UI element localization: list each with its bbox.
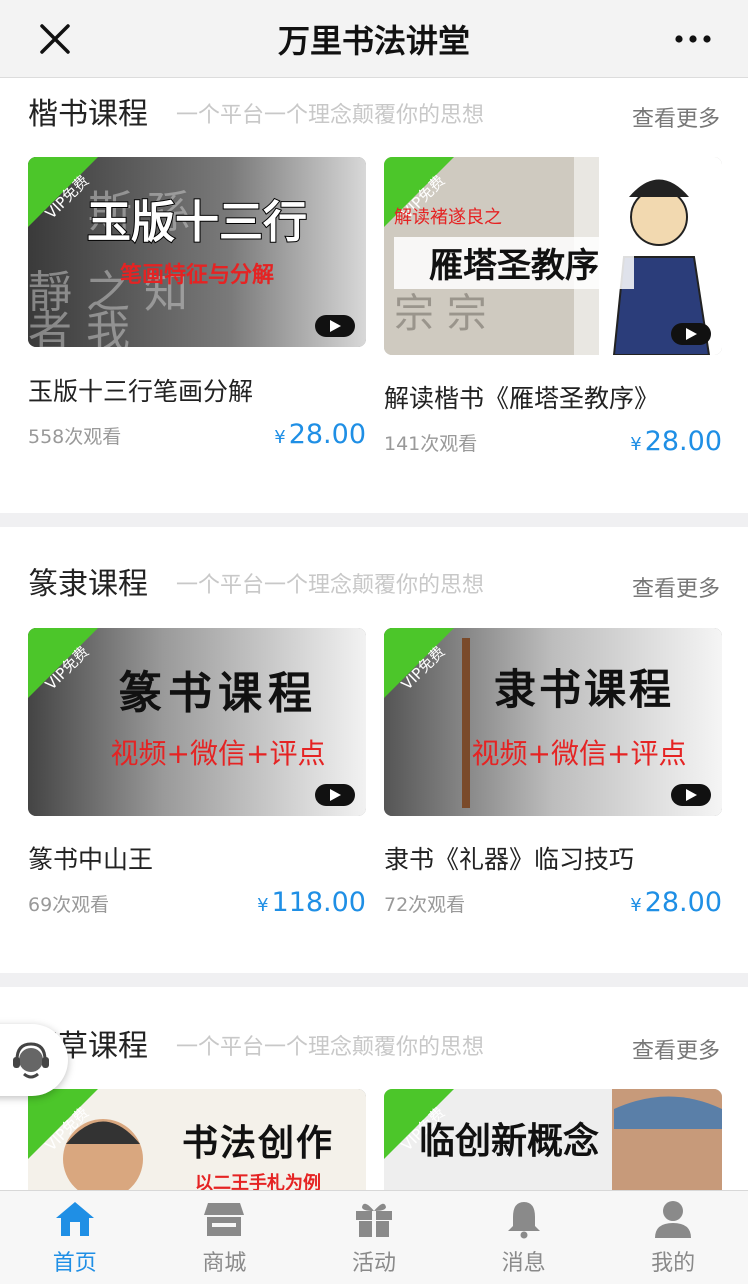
course-card[interactable]: 斯 孫 靜 之 知 者 我 VIP免费 玉版十三行 笔画特征与分解 玉版十三行笔… (28, 157, 366, 457)
section-slogan: 一个平台一个理念颠覆你的思想 (176, 103, 485, 128)
main-content[interactable]: 楷书课程 一个平台一个理念颠覆你的思想 查看更多 斯 孫 靜 之 知 者 我 V… (0, 79, 748, 1190)
banner-subtitle: 以二王手札为例 (195, 1172, 321, 1190)
section-zhuanli: 篆隶课程 一个平台一个理念颠覆你的思想 查看更多 VIP免费 篆书课程 视频+微… (0, 527, 748, 973)
bell-icon (507, 1202, 540, 1239)
course-thumbnail[interactable]: VIP免费 书法创作 以二王手札为例 (28, 1089, 366, 1190)
banner-title: 临创新概念 (419, 1120, 599, 1162)
svg-text:者 我: 者 我 (28, 307, 130, 347)
home-icon (55, 1202, 94, 1236)
course-thumbnail[interactable]: VIP免费 篆书课程 视频+微信+评点 (28, 628, 366, 816)
headset-icon (13, 1042, 49, 1079)
view-count: 141次观看 (384, 433, 478, 455)
shop-icon (204, 1203, 245, 1236)
section-xingcao: 行草课程 一个平台一个理念颠覆你的思想 查看更多 VIP免费 书法创作 以二王手… (0, 987, 748, 1190)
tab-label: 我的 (651, 1251, 696, 1276)
banner-title: 隶书课程 (494, 665, 674, 714)
tab-shop[interactable]: 商城 (150, 1191, 300, 1284)
course-price: ¥28.00 (274, 419, 366, 450)
course-price: ¥28.00 (630, 426, 722, 457)
banner-subtitle: 笔画特征与分解 (120, 262, 274, 288)
user-icon (655, 1201, 692, 1238)
tab-label: 消息 (501, 1251, 546, 1276)
banner-title: 书法创作 (182, 1123, 334, 1164)
section-title: 篆隶课程 (28, 567, 148, 602)
banner-subtitle: 视频+微信+评点 (472, 737, 687, 770)
tab-profile[interactable]: 我的 (598, 1191, 748, 1284)
tab-home[interactable]: 首页 (0, 1191, 150, 1284)
banner-title: 玉版十三行 (87, 197, 307, 248)
view-count: 558次观看 (28, 426, 122, 448)
tab-label: 活动 (351, 1251, 396, 1276)
tab-messages[interactable]: 消息 (449, 1191, 599, 1284)
banner-title: 雁塔圣教序 (429, 246, 599, 286)
view-more-link[interactable]: 查看更多 (632, 1033, 720, 1065)
tab-label: 首页 (52, 1251, 97, 1276)
section-divider (0, 513, 748, 527)
section-slogan: 一个平台一个理念颠覆你的思想 (176, 1035, 485, 1060)
course-title: 篆书中山王 (28, 845, 154, 874)
course-thumbnail[interactable]: VIP免费 隶书课程 视频+微信+评点 (384, 628, 722, 816)
section-divider (0, 973, 748, 987)
svg-text:宗 宗: 宗 宗 (394, 291, 487, 337)
course-card[interactable]: VIP免费 篆书课程 视频+微信+评点 篆书中山王 69次观看 ¥118.00 (28, 628, 366, 928)
section-slogan: 一个平台一个理念颠覆你的思想 (176, 573, 485, 598)
course-thumbnail[interactable]: 斯 孫 靜 之 知 者 我 VIP免费 玉版十三行 笔画特征与分解 (28, 157, 366, 347)
course-card[interactable]: 宗 宗 VIP免费 解读褚遂良之 雁塔圣教序 解读楷书《雁塔圣教序》 141次观… (384, 157, 722, 457)
more-options-icon[interactable] (668, 14, 718, 64)
course-price: ¥28.00 (630, 887, 722, 918)
course-thumbnail[interactable]: 宗 宗 VIP免费 解读褚遂良之 雁塔圣教序 (384, 157, 722, 355)
course-price: ¥118.00 (257, 887, 366, 918)
view-count: 72次观看 (384, 894, 466, 916)
banner-title: 篆书课程 (118, 668, 318, 719)
tab-activity[interactable]: 活动 (299, 1191, 449, 1284)
tab-label: 商城 (202, 1251, 247, 1276)
gift-icon (355, 1203, 392, 1237)
course-thumbnail[interactable]: VIP免费 临创新概念 (384, 1089, 722, 1190)
page-title: 万里书法讲堂 (277, 22, 470, 60)
course-title: 玉版十三行笔画分解 (28, 377, 254, 406)
section-title: 楷书课程 (28, 97, 148, 132)
course-title: 解读楷书《雁塔圣教序》 (384, 384, 660, 413)
top-bar: 万里书法讲堂 (0, 0, 748, 78)
view-more-link[interactable]: 查看更多 (632, 101, 720, 133)
course-card[interactable]: VIP免费 临创新概念 (384, 1089, 722, 1190)
section-kaishu: 楷书课程 一个平台一个理念颠覆你的思想 查看更多 斯 孫 靜 之 知 者 我 V… (0, 79, 748, 513)
banner-top-text: 解读褚遂良之 (394, 207, 502, 228)
view-more-link[interactable]: 查看更多 (632, 571, 720, 603)
bottom-tab-bar: 首页 商城 活动 消息 我的 (0, 1190, 748, 1284)
course-title: 隶书《礼器》临习技巧 (384, 845, 635, 874)
view-count: 69次观看 (28, 894, 110, 916)
course-card[interactable]: VIP免费 隶书课程 视频+微信+评点 隶书《礼器》临习技巧 72次观看 ¥28… (384, 628, 722, 928)
banner-subtitle: 视频+微信+评点 (111, 737, 326, 770)
course-card[interactable]: VIP免费 书法创作 以二王手札为例 (28, 1089, 366, 1190)
